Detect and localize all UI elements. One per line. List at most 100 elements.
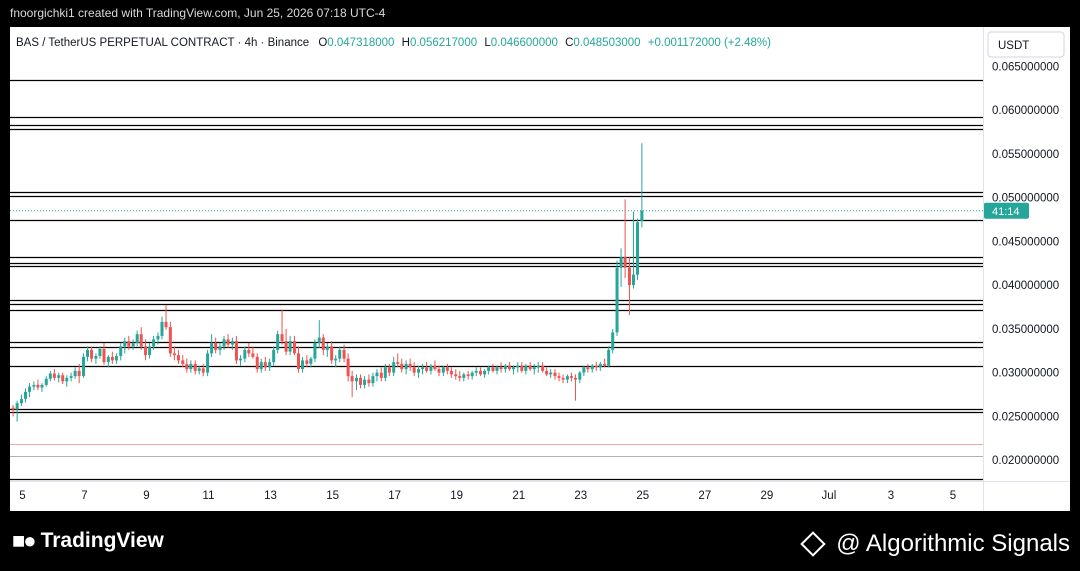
candle[interactable]: [280, 309, 284, 345]
candle[interactable]: [15, 400, 19, 422]
candle[interactable]: [65, 375, 69, 387]
candle[interactable]: [218, 342, 222, 356]
candle[interactable]: [102, 342, 106, 365]
candle[interactable]: [565, 374, 569, 384]
candle[interactable]: [325, 342, 329, 357]
candle[interactable]: [251, 346, 255, 359]
candle[interactable]: [458, 370, 462, 382]
candle[interactable]: [288, 335, 292, 356]
candle[interactable]: [11, 405, 15, 417]
candle[interactable]: [189, 360, 193, 373]
candle[interactable]: [28, 383, 32, 398]
candle[interactable]: [417, 365, 421, 378]
candle[interactable]: [507, 362, 511, 371]
candle[interactable]: [338, 346, 342, 363]
candle[interactable]: [114, 353, 118, 364]
candle[interactable]: [528, 362, 532, 371]
candle[interactable]: [598, 362, 602, 371]
candle[interactable]: [32, 381, 36, 391]
candle[interactable]: [499, 362, 503, 373]
candle[interactable]: [359, 374, 363, 389]
candle[interactable]: [309, 356, 313, 368]
candle[interactable]: [160, 316, 164, 340]
candle[interactable]: [396, 353, 400, 368]
candle[interactable]: [354, 374, 358, 391]
candle[interactable]: [24, 388, 28, 403]
candle[interactable]: [139, 327, 143, 350]
candle[interactable]: [615, 260, 619, 336]
candle[interactable]: [404, 360, 408, 375]
candle[interactable]: [421, 363, 425, 375]
candle[interactable]: [98, 346, 102, 359]
candle[interactable]: [429, 363, 433, 375]
candle[interactable]: [321, 334, 325, 356]
candle[interactable]: [350, 370, 354, 398]
candle[interactable]: [206, 349, 210, 377]
candle[interactable]: [553, 369, 557, 380]
candle[interactable]: [263, 356, 267, 371]
candle[interactable]: [247, 342, 251, 357]
candle[interactable]: [346, 353, 350, 382]
candle[interactable]: [214, 337, 218, 354]
candle[interactable]: [69, 372, 73, 382]
candle[interactable]: [590, 363, 594, 373]
candle[interactable]: [57, 372, 61, 383]
candle[interactable]: [44, 376, 48, 387]
candle[interactable]: [412, 362, 416, 377]
candle[interactable]: [503, 363, 507, 373]
candle[interactable]: [135, 330, 139, 347]
candle[interactable]: [631, 211, 635, 289]
candle[interactable]: [94, 353, 98, 364]
candle[interactable]: [259, 358, 263, 373]
candle[interactable]: [607, 346, 611, 368]
candle[interactable]: [305, 355, 309, 368]
candle[interactable]: [168, 321, 172, 357]
candle[interactable]: [330, 341, 334, 364]
candle[interactable]: [272, 346, 276, 366]
candle[interactable]: [181, 355, 185, 368]
candle[interactable]: [268, 358, 272, 371]
candle[interactable]: [491, 363, 495, 373]
candle[interactable]: [119, 342, 123, 361]
candle[interactable]: [210, 334, 214, 357]
candle[interactable]: [185, 358, 189, 373]
candle[interactable]: [524, 363, 528, 375]
price-chart[interactable]: 0.0650000000.0600000000.0550000000.05000…: [10, 27, 1070, 511]
candle[interactable]: [110, 351, 114, 364]
candle[interactable]: [541, 362, 545, 373]
candle[interactable]: [636, 218, 640, 280]
candle[interactable]: [284, 328, 288, 356]
candle[interactable]: [569, 372, 573, 382]
candle[interactable]: [375, 369, 379, 382]
candle[interactable]: [516, 362, 520, 373]
candle[interactable]: [449, 367, 453, 378]
candle[interactable]: [545, 367, 549, 377]
candle[interactable]: [52, 369, 56, 381]
candle[interactable]: [594, 362, 598, 371]
candle[interactable]: [367, 374, 371, 387]
candle[interactable]: [619, 248, 623, 287]
candle[interactable]: [90, 346, 94, 363]
candle[interactable]: [40, 383, 44, 392]
candle[interactable]: [392, 356, 396, 377]
candle[interactable]: [106, 355, 110, 368]
candle[interactable]: [573, 374, 577, 401]
candle[interactable]: [557, 372, 561, 382]
candle[interactable]: [296, 346, 300, 373]
candle[interactable]: [201, 363, 205, 377]
candle[interactable]: [474, 367, 478, 377]
candle[interactable]: [19, 394, 23, 406]
candle[interactable]: [48, 370, 52, 382]
candle[interactable]: [586, 363, 590, 373]
candle[interactable]: [371, 372, 375, 387]
candle[interactable]: [400, 358, 404, 373]
candle[interactable]: [131, 339, 135, 350]
candle[interactable]: [255, 353, 259, 373]
candle[interactable]: [462, 372, 466, 382]
candle[interactable]: [334, 355, 338, 368]
candle[interactable]: [61, 372, 65, 384]
candle[interactable]: [148, 342, 152, 359]
candle[interactable]: [301, 356, 305, 373]
candle[interactable]: [379, 367, 383, 382]
candle[interactable]: [441, 365, 445, 377]
